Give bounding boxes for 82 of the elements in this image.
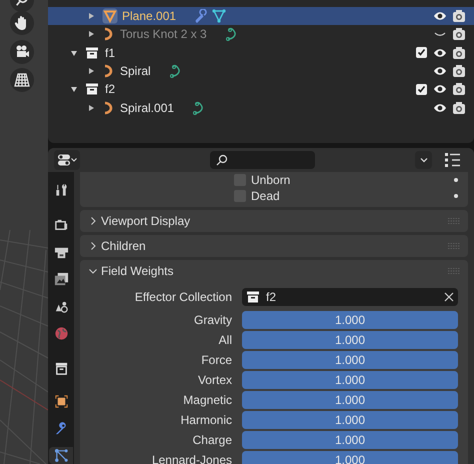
globe-icon — [54, 326, 68, 341]
triangle-icon — [102, 8, 118, 24]
weight-slider[interactable]: 1.000 — [242, 431, 458, 449]
movie-camera-icon — [14, 44, 30, 60]
curve-icon[interactable] — [168, 64, 183, 78]
slider-label: Vortex — [196, 372, 232, 389]
weight-slider[interactable]: 1.000 — [242, 331, 458, 349]
collection-name[interactable]: f1 — [105, 44, 116, 62]
ortho-view-button[interactable] — [10, 68, 34, 92]
cube-icon — [54, 394, 68, 409]
weight-slider[interactable]: 1.000 — [242, 451, 458, 464]
pan-button[interactable] — [10, 11, 34, 35]
expand-arrow-icon[interactable] — [86, 102, 96, 113]
search-field[interactable] — [210, 151, 315, 169]
camera-icon[interactable] — [452, 64, 466, 78]
chevron-down-icon — [88, 266, 98, 276]
slider-label: Magnetic — [182, 392, 232, 409]
camera-back-icon — [54, 218, 68, 233]
camera-icon[interactable] — [452, 82, 466, 96]
wrench-icon — [54, 421, 68, 436]
expand-arrow-icon[interactable] — [86, 29, 96, 40]
list-icon[interactable] — [445, 153, 460, 167]
expand-arrow-icon[interactable] — [86, 11, 96, 22]
collection-field[interactable]: f2 — [242, 288, 458, 306]
images-icon — [54, 272, 68, 287]
wrench-icon[interactable] — [194, 9, 208, 24]
box-icon — [85, 82, 99, 96]
slider-label: All — [218, 332, 232, 349]
scene-icon — [54, 299, 68, 314]
particles-tab[interactable] — [49, 447, 73, 464]
options-dropdown[interactable] — [415, 151, 432, 169]
object-name[interactable]: Spiral — [120, 62, 151, 80]
collapse-arrow-icon[interactable] — [69, 84, 79, 94]
checkbox-label: Unborn — [251, 172, 290, 189]
drag-handle-icon[interactable] — [448, 242, 460, 250]
expand-arrow-icon[interactable] — [86, 66, 96, 76]
weight-slider[interactable]: 1.000 — [242, 411, 458, 429]
camera-icon[interactable] — [452, 9, 466, 24]
object-name[interactable]: Torus Knot 2 x 3 — [120, 25, 207, 44]
selected-row[interactable]: Plane.001 — [48, 7, 474, 26]
tools-icon — [54, 183, 68, 198]
editor-type-button[interactable] — [54, 150, 80, 170]
toggle-icon — [58, 154, 70, 166]
weight-slider[interactable]: 1.000 — [242, 391, 458, 409]
checkbox-label: Dead — [251, 188, 280, 205]
printer-icon — [54, 245, 68, 260]
checkbox[interactable] — [416, 47, 427, 58]
slider-label: Charge — [192, 432, 232, 449]
curve-icon[interactable] — [224, 27, 239, 42]
chevron-right-icon — [88, 241, 98, 251]
close-icon[interactable] — [444, 292, 454, 302]
slider-label: Force — [200, 352, 232, 369]
particles-icon — [54, 448, 68, 463]
checkbox[interactable] — [416, 84, 427, 95]
panel-header[interactable]: Viewport Display — [80, 210, 468, 232]
grid-icon — [14, 72, 30, 88]
drag-handle-icon[interactable] — [448, 217, 460, 225]
collection-name[interactable]: f2 — [105, 80, 116, 98]
box-icon — [246, 290, 260, 304]
camera-icon[interactable] — [452, 100, 466, 115]
triangle-nodes-icon[interactable] — [212, 9, 226, 24]
camera-icon[interactable] — [452, 46, 466, 60]
object-name[interactable]: Plane.001 — [122, 7, 176, 26]
drag-handle-icon[interactable] — [448, 267, 460, 275]
caret-icon — [70, 157, 76, 163]
box-icon — [54, 361, 68, 376]
search-icon — [216, 154, 228, 166]
camera-icon[interactable] — [452, 27, 466, 42]
camera-view-button[interactable] — [10, 40, 34, 64]
panel-header[interactable]: Children — [80, 235, 468, 257]
weight-slider[interactable]: 1.000 — [242, 311, 458, 329]
object-name[interactable]: Spiral.001 — [120, 98, 174, 117]
chevron-right-icon — [88, 216, 98, 226]
box-icon — [85, 46, 99, 60]
chevron-down-icon — [420, 157, 428, 163]
panel-header[interactable]: Field Weights — [80, 260, 468, 282]
slider-label: Gravity — [192, 312, 232, 329]
weight-slider[interactable]: 1.000 — [242, 351, 458, 369]
slider-label: Harmonic — [180, 412, 232, 429]
field-label: Effector Collection — [134, 289, 232, 306]
weight-slider[interactable]: 1.000 — [242, 371, 458, 389]
slider-label: Lennard-Jones — [150, 452, 232, 464]
